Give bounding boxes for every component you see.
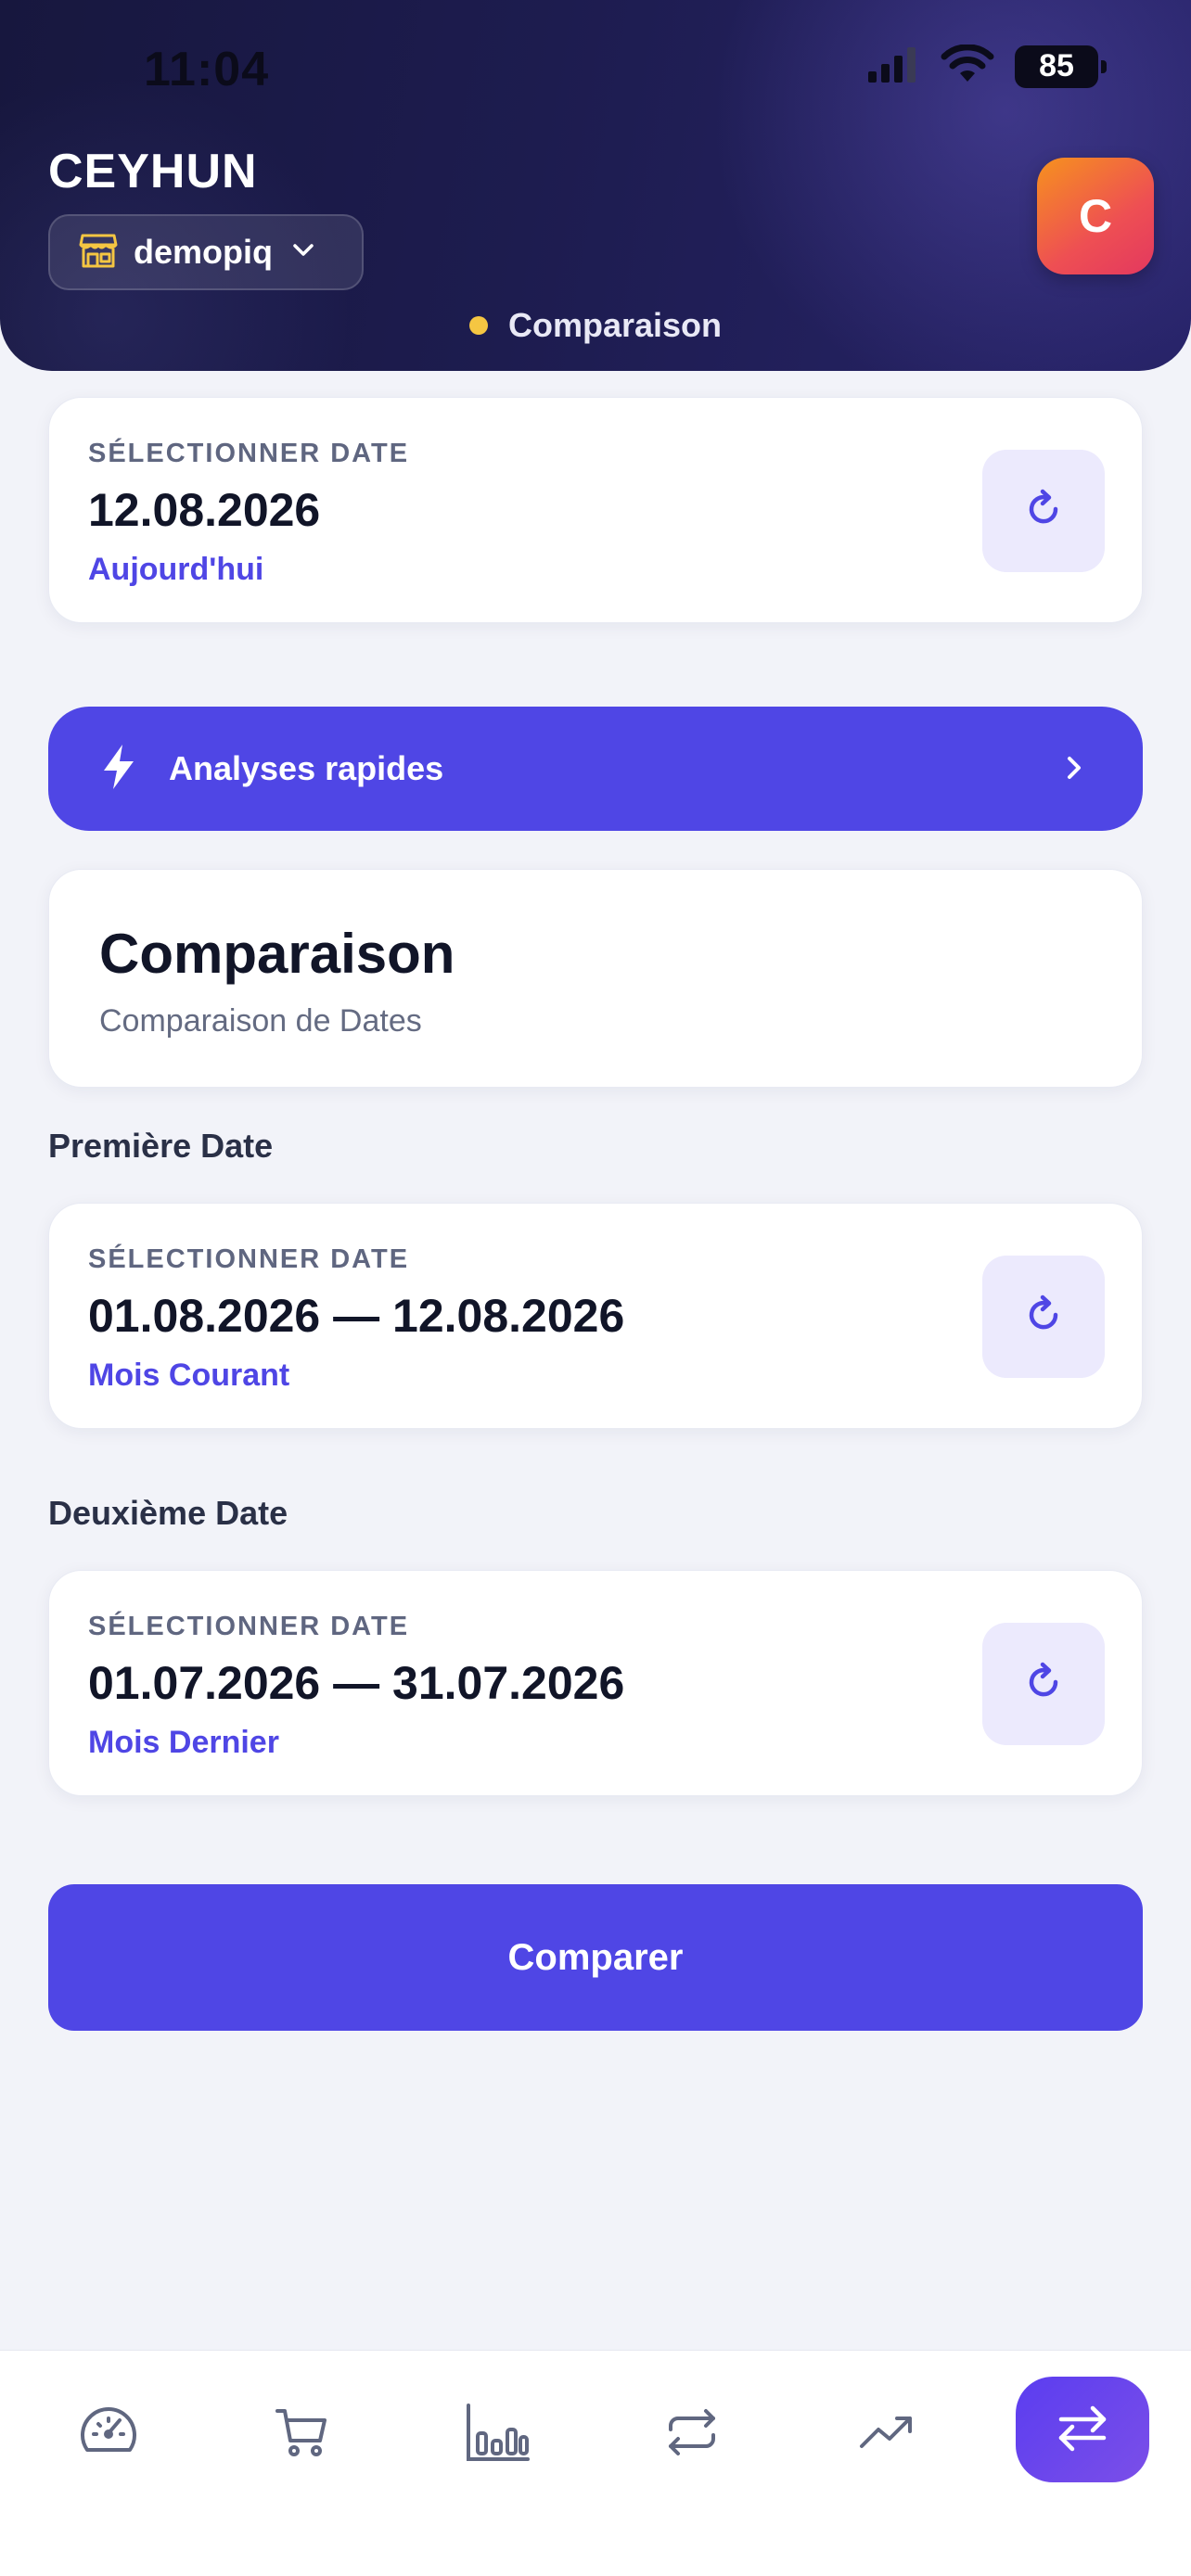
refresh-button[interactable]	[982, 1256, 1105, 1378]
refresh-icon	[1018, 1290, 1069, 1345]
speedometer-icon	[76, 2400, 141, 2469]
date-subtitle: Mois Courant	[88, 1358, 290, 1393]
date-caption: SÉLECTIONNER DATE	[88, 1612, 410, 1641]
nav-item-trends[interactable]	[831, 2378, 942, 2490]
date-value: 12.08.2026	[88, 484, 321, 536]
cellular-signal-icon	[868, 45, 920, 87]
refresh-button[interactable]	[982, 450, 1105, 572]
comparison-subtitle: Comparaison de Dates	[99, 1003, 422, 1039]
battery-indicator: 85	[1015, 45, 1107, 88]
nav-item-dashboard[interactable]	[53, 2378, 164, 2490]
quick-analyses-button[interactable]: Analyses rapides	[48, 707, 1143, 831]
section-title: Comparaison	[507, 306, 723, 344]
status-icons: 85	[868, 44, 1107, 88]
second-date-label: Deuxième Date	[48, 1494, 288, 1532]
avatar[interactable]: C	[1037, 158, 1154, 274]
store-icon	[78, 230, 119, 275]
store-name: demopiq	[134, 233, 273, 271]
date-subtitle: Mois Dernier	[88, 1725, 279, 1760]
first-date-card[interactable]: SÉLECTIONNER DATE 01.08.2026 — 12.08.202…	[48, 1203, 1143, 1429]
date-range-value: 01.08.2026 — 12.08.2026	[88, 1290, 625, 1342]
bar-chart-icon	[463, 2398, 531, 2471]
main-date-card[interactable]: SÉLECTIONNER DATE 12.08.2026 Aujourd'hui	[48, 397, 1143, 623]
store-selector[interactable]: demopiq	[48, 214, 364, 290]
quick-analyses-label: Analyses rapides	[169, 749, 444, 787]
repeat-icon	[660, 2400, 724, 2469]
nav-item-transfers[interactable]	[636, 2378, 748, 2490]
section-dot	[468, 316, 488, 335]
nav-item-comparison[interactable]	[1016, 2377, 1149, 2482]
battery-level: 85	[1039, 48, 1074, 83]
swap-arrows-icon	[1050, 2395, 1115, 2465]
cart-icon	[270, 2400, 335, 2469]
compare-button[interactable]: Comparer	[48, 1884, 1143, 2031]
first-date-label: Première Date	[48, 1127, 274, 1165]
date-subtitle: Aujourd'hui	[88, 552, 264, 587]
date-caption: SÉLECTIONNER DATE	[88, 1244, 410, 1274]
trending-up-icon	[854, 2400, 919, 2469]
refresh-icon	[1018, 1657, 1069, 1712]
date-range-value: 01.07.2026 — 31.07.2026	[88, 1657, 625, 1709]
refresh-icon	[1018, 484, 1069, 539]
status-time: 11:04	[144, 43, 270, 96]
wifi-icon	[941, 44, 994, 88]
chevron-down-icon	[288, 235, 319, 271]
lightning-icon	[100, 743, 137, 796]
nav-item-sales[interactable]	[247, 2378, 358, 2490]
user-name: CEYHUN	[48, 145, 258, 198]
bottom-nav	[0, 2350, 1191, 2576]
refresh-button[interactable]	[982, 1623, 1105, 1745]
comparison-title: Comparaison	[99, 923, 455, 985]
second-date-card[interactable]: SÉLECTIONNER DATE 01.07.2026 — 31.07.202…	[48, 1570, 1143, 1796]
date-caption: SÉLECTIONNER DATE	[88, 439, 410, 468]
chevron-right-icon	[1057, 751, 1091, 789]
section-indicator: Comparaison	[0, 306, 1191, 345]
nav-item-reports[interactable]	[442, 2378, 553, 2490]
comparison-title-card: Comparaison Comparaison de Dates	[48, 869, 1143, 1088]
